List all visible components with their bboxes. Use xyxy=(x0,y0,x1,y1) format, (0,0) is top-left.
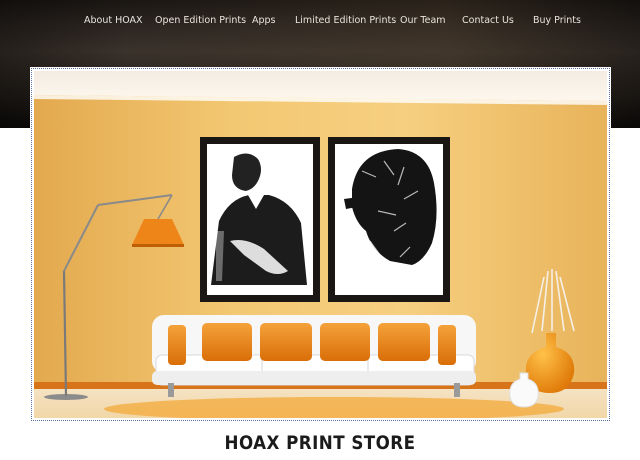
nav-limited-edition-prints[interactable]: Limited Edition Prints xyxy=(295,15,396,26)
nav-about-hoax[interactable]: About HOAX xyxy=(84,15,143,26)
framed-print-left xyxy=(200,137,320,302)
framed-print-right xyxy=(328,137,450,302)
white-sofa xyxy=(152,315,476,397)
main-navigation: About HOAX Open Edition Prints Apps Limi… xyxy=(0,0,640,42)
hero-image xyxy=(31,68,610,421)
store-title: HOAX PRINT STORE xyxy=(224,432,416,454)
nav-apps[interactable]: Apps xyxy=(252,15,276,26)
nav-open-edition-prints[interactable]: Open Edition Prints xyxy=(155,15,246,26)
room-illustration xyxy=(34,71,607,418)
nav-buy-prints[interactable]: Buy Prints xyxy=(533,15,581,26)
nav-contact-us[interactable]: Contact Us xyxy=(462,15,514,26)
nav-our-team[interactable]: Our Team xyxy=(400,15,446,26)
